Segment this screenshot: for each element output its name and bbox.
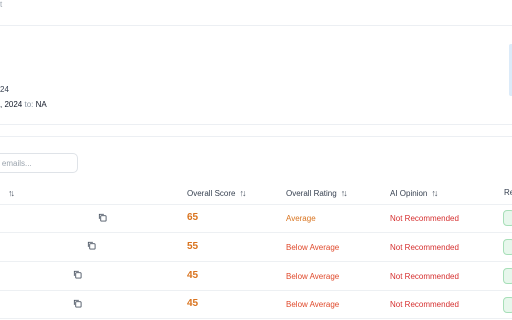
meta-line-1: 24 bbox=[0, 85, 9, 94]
row-divider bbox=[0, 318, 512, 319]
search-input[interactable] bbox=[0, 153, 78, 173]
row-divider bbox=[0, 261, 512, 262]
overall-rating: Below Average bbox=[286, 243, 340, 252]
divider bbox=[0, 136, 512, 137]
column-header-name[interactable]: ↑↓ bbox=[4, 188, 15, 199]
overall-rating: Average bbox=[286, 214, 316, 223]
column-header-ai-opinion[interactable]: AI Opinion ↑↓ bbox=[390, 188, 438, 199]
status-chip[interactable] bbox=[503, 268, 512, 284]
copy-icon[interactable] bbox=[98, 213, 107, 222]
to-label: to: bbox=[24, 100, 34, 109]
sort-arrows-icon[interactable]: ↑↓ bbox=[341, 188, 348, 198]
overall-score: 55 bbox=[187, 241, 199, 252]
overall-rating: Below Average bbox=[286, 300, 340, 309]
row-divider bbox=[0, 290, 512, 291]
copy-icon[interactable] bbox=[73, 299, 82, 308]
column-header-overall-score[interactable]: Overall Score ↑↓ bbox=[187, 188, 246, 199]
meta-line-2: , 2024 to: NA bbox=[0, 100, 47, 110]
top-fragment: t bbox=[0, 0, 3, 9]
overall-score: 45 bbox=[187, 270, 199, 281]
status-chip[interactable] bbox=[503, 210, 512, 226]
sort-arrows-icon[interactable]: ↑↓ bbox=[431, 188, 438, 198]
ai-opinion: Not Recommended bbox=[390, 300, 459, 309]
column-header-label: AI Opinion bbox=[390, 189, 428, 198]
status-chip[interactable] bbox=[503, 239, 512, 255]
divider bbox=[0, 124, 512, 125]
ai-opinion: Not Recommended bbox=[390, 243, 459, 252]
column-header-partial: Re bbox=[504, 188, 512, 197]
copy-icon[interactable] bbox=[87, 241, 96, 250]
date-to: NA bbox=[35, 100, 47, 109]
overall-score: 45 bbox=[187, 298, 199, 309]
row-divider bbox=[0, 232, 512, 233]
column-header-label: Overall Score bbox=[187, 189, 236, 198]
status-chip[interactable] bbox=[503, 297, 512, 313]
ai-opinion: Not Recommended bbox=[390, 272, 459, 281]
overall-rating: Below Average bbox=[286, 272, 340, 281]
sort-arrows-icon[interactable]: ↑↓ bbox=[8, 188, 15, 198]
column-header-overall-rating[interactable]: Overall Rating ↑↓ bbox=[286, 188, 348, 199]
divider bbox=[0, 25, 512, 26]
overall-score: 65 bbox=[187, 212, 199, 223]
date-from: , 2024 bbox=[0, 100, 23, 109]
ai-opinion: Not Recommended bbox=[390, 214, 459, 223]
column-header-label: Overall Rating bbox=[286, 189, 337, 198]
copy-icon[interactable] bbox=[73, 270, 82, 279]
table-divider bbox=[0, 204, 512, 205]
sort-arrows-icon[interactable]: ↑↓ bbox=[239, 188, 246, 198]
